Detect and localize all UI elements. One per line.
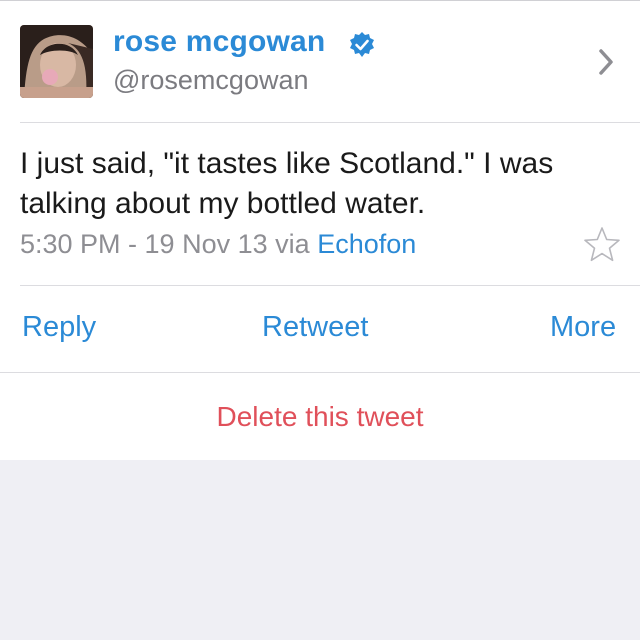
verified-badge-icon [348,31,376,59]
divider [0,372,640,373]
avatar[interactable] [20,25,93,98]
retweet-button[interactable]: Retweet [262,311,368,344]
tweet-text: I just said, "it tastes like Scotland." … [20,147,554,220]
via-app-link[interactable]: Echofon [317,229,416,259]
chevron-right-icon[interactable] [596,47,616,77]
user-handle: @rosemcgowan [113,65,309,95]
tweet-detail-card: rose mcgowan @rosemcgowan I just said, "… [0,0,640,460]
star-outline-icon[interactable] [582,225,622,265]
via-label: via [275,229,310,259]
display-name[interactable]: rose mcgowan [113,25,325,59]
tweet-meta: 5:30 PM - 19 Nov 13 via Echofon [20,229,416,260]
more-button[interactable]: More [550,311,616,344]
tweet-timestamp: 5:30 PM - 19 Nov 13 [20,229,268,259]
reply-button[interactable]: Reply [22,311,96,344]
delete-tweet-button[interactable]: Delete this tweet [0,401,640,433]
profile-row[interactable]: rose mcgowan @rosemcgowan [0,1,640,123]
divider [20,122,640,123]
divider [20,285,640,286]
